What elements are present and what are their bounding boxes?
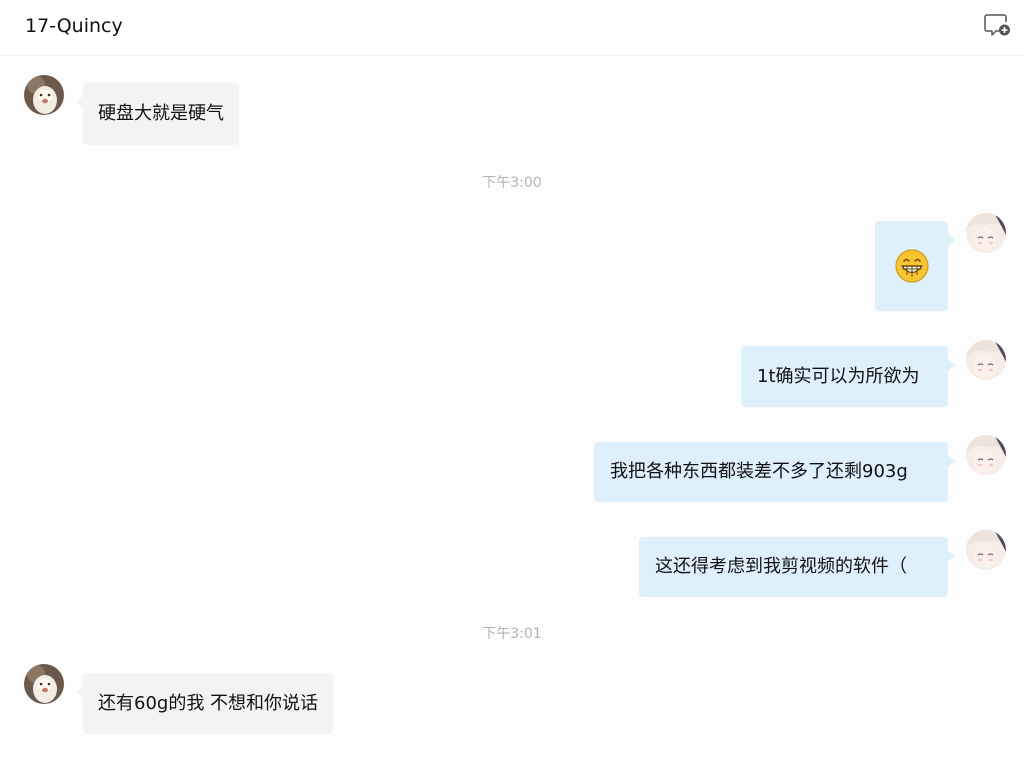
- message-text: 我把各种东西都装差不多了还剩903g: [610, 461, 908, 482]
- message-text: 硬盘大就是硬气: [98, 103, 224, 124]
- chat-title: 17-Quincy: [25, 15, 123, 37]
- message-bubble-incoming[interactable]: 还有60g的我 不想和你说话: [76, 673, 334, 734]
- message-bubble-outgoing[interactable]: 1t确实可以为所欲为: [741, 346, 955, 407]
- message-bubble-outgoing[interactable]: [875, 221, 955, 311]
- contact-avatar[interactable]: [24, 664, 64, 704]
- timestamp: 下午3:01: [482, 626, 542, 642]
- user-avatar[interactable]: [966, 435, 1006, 475]
- contact-avatar[interactable]: [24, 75, 64, 115]
- message-text: 1t确实可以为所欲为: [757, 365, 920, 387]
- message-bubble-incoming[interactable]: 硬盘大就是硬气: [76, 83, 239, 145]
- message-list[interactable]: 硬盘大就是硬气 下午3:00 1t确实可以为所欲为 我把各种东西都装差不多了还剩…: [0, 56, 1024, 763]
- message-text: 还有60g的我 不想和你说话: [98, 692, 319, 714]
- user-avatar[interactable]: [966, 213, 1006, 253]
- message-bubble-outgoing[interactable]: 这还得考虑到我剪视频的软件（: [639, 537, 955, 597]
- message-bubble-outgoing[interactable]: 我把各种东西都装差不多了还剩903g: [594, 442, 955, 502]
- user-avatar[interactable]: [966, 340, 1006, 380]
- chat-header: 17-Quincy: [0, 0, 1024, 52]
- timestamp: 下午3:00: [482, 175, 542, 191]
- message-text: 这还得考虑到我剪视频的软件（: [655, 556, 907, 577]
- grinning-face-icon: [894, 249, 929, 283]
- user-avatar[interactable]: [966, 530, 1006, 570]
- new-comment-button[interactable]: [984, 12, 1012, 38]
- new-comment-icon: [984, 14, 1010, 36]
